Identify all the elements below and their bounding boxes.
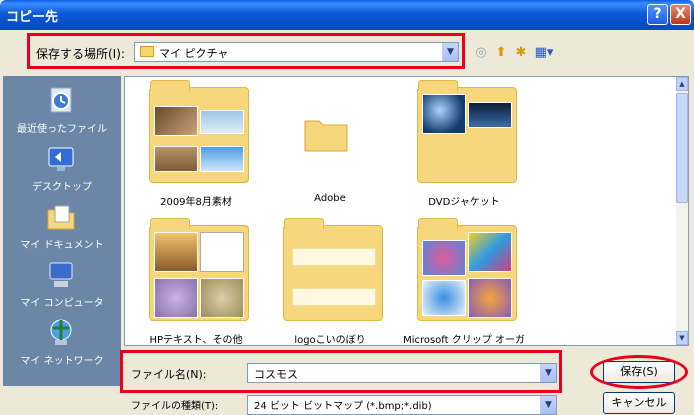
place-label: マイ ドキュメント [20, 240, 104, 251]
help-button[interactable]: ? [647, 4, 668, 25]
vertical-scrollbar[interactable]: ▲ ▼ [676, 77, 688, 345]
folder-name: Adobe [314, 193, 346, 204]
folder-item[interactable]: HPテキスト、その他 [131, 218, 261, 346]
view-menu-icon[interactable]: ▦▾ [533, 45, 555, 61]
folder-item[interactable]: 2009年8月素材 [131, 80, 261, 213]
desktop-icon [48, 147, 74, 171]
folder-name: logoこいのぼり [294, 335, 366, 346]
place-label: マイ コンピュータ [20, 298, 104, 309]
folder-icon [417, 218, 517, 321]
filetype-select[interactable]: 24 ビット ビットマップ (*.bmp;*.dib) ▼ [247, 395, 557, 415]
place-my-documents[interactable]: マイ ドキュメント [3, 198, 121, 256]
folder-icon [149, 218, 249, 321]
folder-icon [283, 218, 383, 321]
place-label: 最近使ったファイル [17, 124, 107, 135]
place-label: デスクトップ [32, 182, 92, 193]
my-computer-icon [49, 262, 73, 287]
save-dialog: コピー先 ? X 保存する場所(I): マイ ピクチャ ▼ ◎ ⬆ ✱ ▦▾ 最… [0, 0, 694, 415]
folder-icon [304, 120, 348, 152]
folder-item[interactable]: Adobe [265, 83, 395, 213]
up-folder-icon[interactable]: ⬆ [493, 45, 509, 61]
close-button[interactable]: X [670, 4, 691, 25]
folder-name: 2009年8月素材 [160, 197, 232, 208]
filetype-label: ファイルの種類(T): [131, 401, 219, 412]
filename-highlight [120, 350, 562, 393]
places-bar: 最近使ったファイル デスクトップ マイ ドキュメント マイ コンピュータ マイ … [3, 76, 121, 386]
place-my-network[interactable]: マイ ネットワーク [3, 314, 121, 372]
chevron-down-icon[interactable]: ▼ [540, 396, 556, 414]
place-recent[interactable]: 最近使ったファイル [3, 82, 121, 140]
recent-icon [50, 87, 72, 113]
back-icon[interactable]: ◎ [473, 45, 489, 61]
folder-item[interactable]: DVDジャケット [399, 80, 529, 213]
folder-item[interactable]: Microsoft クリップ オーガ [399, 218, 529, 346]
my-network-icon [50, 319, 72, 345]
place-desktop[interactable]: デスクトップ [3, 140, 121, 198]
place-my-computer[interactable]: マイ コンピュータ [3, 256, 121, 314]
cancel-button[interactable]: キャンセル [603, 392, 675, 414]
file-list[interactable]: 2009年8月素材 Adobe DVDジャケット HPテキスト、その他 logo… [124, 76, 689, 346]
scroll-thumb[interactable] [676, 93, 688, 203]
save-button-highlight [590, 355, 688, 389]
filetype-value: 24 ビット ビットマップ (*.bmp;*.dib) [254, 401, 432, 412]
title-bar[interactable]: コピー先 ? X [0, 0, 694, 30]
window-title: コピー先 [6, 10, 59, 25]
folder-icon [417, 80, 517, 183]
folder-name: DVDジャケット [428, 197, 500, 208]
scroll-down-icon[interactable]: ▼ [676, 331, 688, 345]
location-highlight [27, 33, 465, 69]
scroll-up-icon[interactable]: ▲ [676, 77, 688, 91]
folder-item[interactable]: logoこいのぼり [265, 218, 395, 346]
folder-name: HPテキスト、その他 [149, 335, 243, 346]
new-folder-icon[interactable]: ✱ [513, 45, 529, 61]
folder-icon [149, 80, 249, 183]
my-documents-icon [47, 205, 75, 230]
folder-name: Microsoft クリップ オーガ [403, 335, 525, 346]
place-label: マイ ネットワーク [20, 356, 104, 367]
